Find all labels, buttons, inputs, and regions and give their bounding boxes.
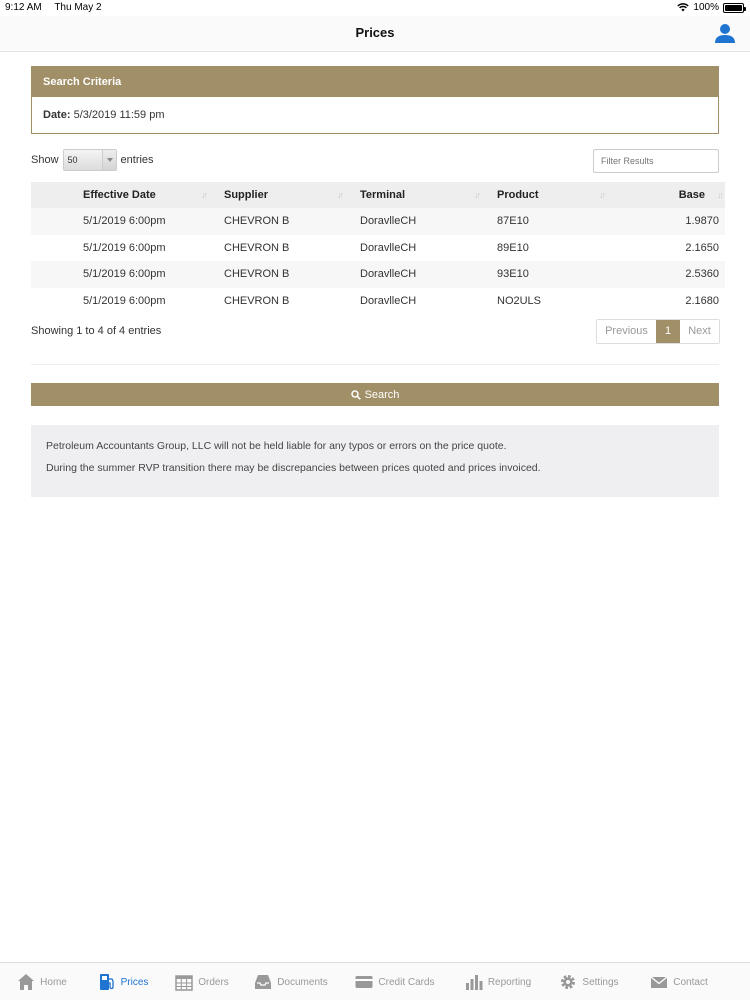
- cell-product: 87E10: [489, 208, 614, 235]
- cell-effective-date: 5/1/2019 6:00pm: [31, 234, 216, 261]
- cell-product: 89E10: [489, 234, 614, 261]
- header-label: Base: [678, 189, 705, 201]
- search-criteria-header: Search Criteria: [32, 67, 718, 97]
- sort-icon: ↓↑: [474, 190, 481, 200]
- prices-table: Effective Date ↓↑ Supplier ↓↑ Terminal ↓…: [31, 182, 725, 314]
- entries-length-control: Show 50 entries: [31, 149, 154, 171]
- header-label: Effective Date: [83, 189, 156, 201]
- cell-terminal: DoravlleCH: [352, 208, 489, 235]
- header-effective-date[interactable]: Effective Date ↓↑: [31, 182, 216, 208]
- cell-base: 2.1680: [614, 287, 725, 314]
- chevron-down-icon: [101, 150, 116, 170]
- status-bar: 9:12 AM Thu May 2 100%: [0, 0, 750, 16]
- date-label: Date:: [43, 109, 71, 121]
- status-time: 9:12 AM: [5, 2, 42, 13]
- divider: [31, 364, 719, 365]
- tab-label: Credit Cards: [378, 976, 435, 988]
- profile-icon[interactable]: [714, 22, 736, 44]
- battery-icon: [723, 2, 746, 13]
- tab-credit-cards[interactable]: Credit Cards: [340, 963, 450, 1000]
- header-label: Supplier: [224, 189, 269, 201]
- tab-home[interactable]: Home: [0, 963, 84, 1000]
- cell-base: 2.5360: [614, 261, 725, 288]
- sort-icon: ↓↑: [599, 190, 606, 200]
- credit-card-icon: [355, 976, 373, 988]
- show-label: Show: [31, 154, 59, 166]
- header-label: Terminal: [360, 189, 406, 201]
- cell-terminal: DoravlleCH: [352, 287, 489, 314]
- tab-label: Orders: [198, 976, 229, 988]
- search-icon: [350, 389, 361, 400]
- table-row: 5/1/2019 6:00pm CHEVRON B DoravlleCH 93E…: [31, 261, 725, 288]
- calendar-icon: [175, 975, 193, 991]
- gear-icon: [561, 975, 576, 989]
- entries-label: entries: [120, 154, 154, 166]
- cell-supplier: CHEVRON B: [216, 234, 352, 261]
- status-date: Thu May 2: [54, 2, 102, 13]
- header-product[interactable]: Product ↓↑: [489, 182, 614, 208]
- tab-label: Documents: [277, 976, 328, 988]
- wifi-icon: [677, 3, 690, 12]
- tab-orders[interactable]: Orders: [162, 963, 242, 1000]
- sort-icon: ↓↑: [201, 190, 208, 200]
- cell-effective-date: 5/1/2019 6:00pm: [31, 261, 216, 288]
- fuel-pump-icon: [99, 974, 114, 990]
- cell-base: 1.9870: [614, 208, 725, 235]
- cell-supplier: CHEVRON B: [216, 208, 352, 235]
- entries-select[interactable]: 50: [62, 149, 117, 171]
- tab-label: Settings: [582, 976, 619, 988]
- header-base[interactable]: Base ↓↑: [614, 182, 725, 208]
- cell-terminal: DoravlleCH: [352, 261, 489, 288]
- cell-effective-date: 5/1/2019 6:00pm: [31, 208, 216, 235]
- bar-chart-icon: [465, 975, 483, 990]
- header-label: Product: [497, 189, 539, 201]
- table-header-row: Effective Date ↓↑ Supplier ↓↑ Terminal ↓…: [31, 182, 725, 208]
- previous-button[interactable]: Previous: [597, 320, 656, 343]
- cell-base: 2.1650: [614, 234, 725, 261]
- sort-icon: ↓↑: [337, 190, 344, 200]
- tab-label: Contact: [673, 976, 708, 988]
- pagination: Previous 1 Next: [596, 319, 720, 344]
- cell-product: 93E10: [489, 261, 614, 288]
- tab-documents[interactable]: Documents: [242, 963, 340, 1000]
- date-value: 5/3/2019 11:59 pm: [73, 109, 165, 121]
- nav-bar: Prices: [0, 16, 750, 52]
- table-row: 5/1/2019 6:00pm CHEVRON B DoravlleCH 87E…: [31, 208, 725, 235]
- table-row: 5/1/2019 6:00pm CHEVRON B DoravlleCH 89E…: [31, 234, 725, 261]
- cell-effective-date: 5/1/2019 6:00pm: [31, 287, 216, 314]
- cell-product: NO2ULS: [489, 287, 614, 314]
- search-button[interactable]: Search: [31, 383, 719, 406]
- search-criteria-panel: Search Criteria Date: 5/3/2019 11:59 pm: [31, 66, 719, 134]
- tab-settings[interactable]: Settings: [546, 963, 632, 1000]
- tab-contact[interactable]: Contact: [632, 963, 726, 1000]
- search-button-label: Search: [364, 388, 400, 401]
- disclaimer-line: Petroleum Accountants Group, LLC will no…: [46, 440, 507, 452]
- inbox-icon: [255, 975, 272, 989]
- tab-prices[interactable]: Prices: [84, 963, 162, 1000]
- disclaimer-box: Petroleum Accountants Group, LLC will no…: [31, 425, 719, 497]
- search-criteria-body: Date: 5/3/2019 11:59 pm: [32, 97, 718, 133]
- entries-select-value: 50: [67, 155, 78, 165]
- tab-bar: Home Prices Orders Documents Credit Card…: [0, 962, 750, 1000]
- cell-supplier: CHEVRON B: [216, 287, 352, 314]
- cell-terminal: DoravlleCH: [352, 234, 489, 261]
- tab-label: Prices: [120, 976, 149, 988]
- tab-label: Reporting: [487, 976, 532, 988]
- tab-reporting[interactable]: Reporting: [450, 963, 546, 1000]
- envelope-icon: [650, 976, 668, 988]
- page-title: Prices: [355, 25, 395, 40]
- next-button[interactable]: Next: [680, 320, 719, 343]
- table-row: 5/1/2019 6:00pm CHEVRON B DoravlleCH NO2…: [31, 287, 725, 314]
- sort-icon: ↓↑: [717, 190, 724, 200]
- page-button-1[interactable]: 1: [656, 320, 680, 343]
- filter-input[interactable]: [593, 149, 719, 173]
- home-icon: [18, 974, 35, 990]
- tab-label: Home: [40, 976, 67, 988]
- cell-supplier: CHEVRON B: [216, 261, 352, 288]
- disclaimer-line: During the summer RVP transition there m…: [46, 462, 541, 474]
- battery-percent: 100%: [693, 2, 719, 13]
- header-terminal[interactable]: Terminal ↓↑: [352, 182, 489, 208]
- table-info: Showing 1 to 4 of 4 entries: [31, 325, 162, 337]
- header-supplier[interactable]: Supplier ↓↑: [216, 182, 352, 208]
